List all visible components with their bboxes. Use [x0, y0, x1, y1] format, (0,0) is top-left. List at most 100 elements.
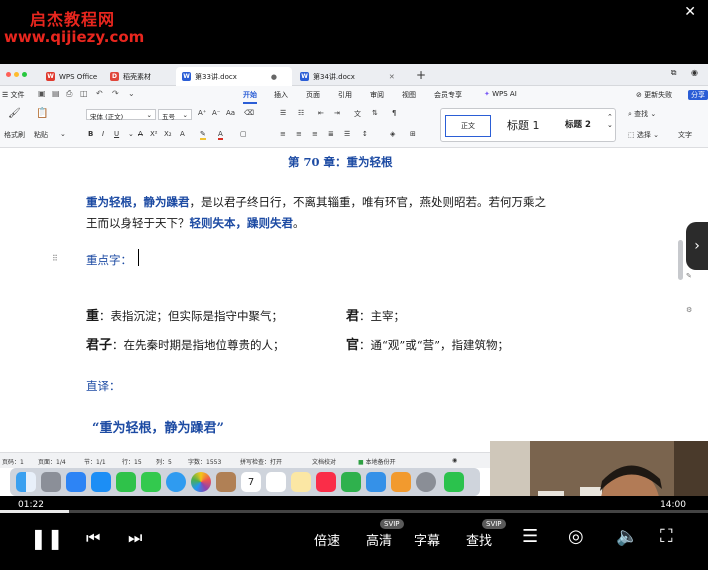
tab-close-icon[interactable]: ✕: [389, 73, 395, 81]
status-pages[interactable]: 页面：1/4: [38, 457, 66, 466]
status-section[interactable]: 节：1/1: [84, 457, 106, 466]
tab-doc-33[interactable]: W 第33讲.docx ●: [176, 67, 292, 86]
chevron-down-icon[interactable]: ⌄: [128, 130, 134, 138]
status-row[interactable]: 行：15: [122, 457, 142, 466]
finder-icon[interactable]: [16, 472, 36, 492]
align-right-icon[interactable]: ≡: [312, 130, 318, 138]
chevron-right-icon[interactable]: ›: [686, 222, 708, 270]
style-normal[interactable]: 正文: [445, 115, 491, 137]
reminders-icon[interactable]: [266, 472, 286, 492]
status-page[interactable]: 页码：1: [2, 457, 24, 466]
font-shrink-icon[interactable]: A⁻: [212, 109, 220, 117]
font-grow-icon[interactable]: A⁺: [198, 109, 206, 117]
select-button[interactable]: ⬚ 选择 ⌄: [628, 130, 659, 140]
align-left-icon[interactable]: ≡: [280, 130, 286, 138]
save-icon[interactable]: ▣: [38, 89, 46, 98]
contacts-icon[interactable]: [216, 472, 236, 492]
status-backup[interactable]: ■ 本地备份开: [358, 457, 396, 466]
previous-icon[interactable]: ⏮: [86, 528, 100, 548]
character-border-icon[interactable]: ▢: [240, 130, 247, 138]
close-icon[interactable]: ✕: [684, 4, 696, 20]
volume-icon[interactable]: 🔈: [616, 526, 638, 547]
eye-icon[interactable]: ◉: [452, 457, 457, 464]
subscript-icon[interactable]: X₂: [164, 130, 172, 138]
notes-icon[interactable]: [291, 472, 311, 492]
bold-icon[interactable]: B: [88, 130, 93, 138]
window-controls[interactable]: ⧉ ◉: [671, 68, 704, 78]
paste-label[interactable]: 粘贴: [34, 130, 48, 140]
next-icon[interactable]: ⏭: [128, 528, 142, 548]
menu-review[interactable]: 审阅: [370, 90, 384, 100]
drag-handle-icon[interactable]: ⠿: [52, 254, 58, 263]
document-page[interactable]: 第 70 章：重为轻根 重为轻根，静为躁君，是以君子终日行，不离其辎重，唯有环官…: [0, 148, 708, 459]
fullscreen-icon[interactable]: ⛶: [660, 526, 673, 547]
menu-reference[interactable]: 引用: [338, 90, 352, 100]
tab-close-icon[interactable]: ●: [271, 73, 277, 81]
font-color-icon[interactable]: A: [218, 130, 223, 140]
distribute-icon[interactable]: ☰: [344, 130, 350, 138]
italic-icon[interactable]: I: [102, 130, 104, 138]
launchpad-icon[interactable]: [41, 472, 61, 492]
status-proofread[interactable]: 文档校对: [312, 457, 336, 466]
window-zoom-icon[interactable]: [22, 72, 27, 77]
photos-icon[interactable]: [191, 472, 211, 492]
quality-button[interactable]: 高清: [366, 530, 392, 549]
file-menu[interactable]: ☰ 文件: [2, 90, 25, 100]
facetime-icon[interactable]: [116, 472, 136, 492]
playlist-icon[interactable]: ☰: [522, 526, 538, 547]
change-case-icon[interactable]: Aa: [226, 109, 235, 117]
mail-icon[interactable]: [66, 472, 86, 492]
font-size-select[interactable]: 五号 ⌄: [158, 109, 192, 121]
chevron-down-icon[interactable]: ⌄: [128, 89, 135, 98]
print-preview-icon[interactable]: ◫: [80, 89, 88, 98]
update-status[interactable]: ⊘ 更新失败: [636, 90, 672, 100]
align-center-icon[interactable]: ≡: [296, 130, 302, 138]
settings-icon[interactable]: [416, 472, 436, 492]
superscript-icon[interactable]: X²: [150, 130, 158, 138]
progress-track[interactable]: [0, 510, 708, 513]
format-painter-label[interactable]: 格式刷: [4, 130, 25, 140]
wechat-icon[interactable]: [444, 472, 464, 492]
music-icon[interactable]: [316, 472, 336, 492]
menu-member[interactable]: 会员专享: [434, 90, 462, 100]
line-spacing-icon[interactable]: ↕: [362, 130, 368, 138]
menu-insert[interactable]: 插入: [274, 90, 288, 100]
pause-icon[interactable]: ❚❚: [30, 526, 64, 550]
side-tool-icon[interactable]: ✎: [686, 272, 692, 280]
export-pdf-icon[interactable]: ▤: [52, 89, 60, 98]
app-store-icon[interactable]: [91, 472, 111, 492]
menu-view[interactable]: 视图: [402, 90, 416, 100]
status-col[interactable]: 列：5: [156, 457, 172, 466]
keynote-icon[interactable]: [366, 472, 386, 492]
search-button[interactable]: 查找: [466, 530, 492, 549]
underline-icon[interactable]: U: [114, 130, 119, 138]
highlight-icon[interactable]: ✎: [200, 130, 206, 140]
redo-icon[interactable]: ↷: [112, 89, 119, 98]
find-button[interactable]: ⌕ 查找 ⌄: [628, 109, 656, 119]
pages-icon[interactable]: [391, 472, 411, 492]
strikethrough-icon[interactable]: A: [138, 130, 143, 138]
numbers-icon[interactable]: [341, 472, 361, 492]
subtitle-button[interactable]: 字幕: [414, 530, 440, 549]
undo-icon[interactable]: ↶: [96, 89, 103, 98]
share-button[interactable]: 分享: [688, 90, 708, 100]
status-wordcount[interactable]: 字数：1553: [188, 457, 221, 466]
speed-button[interactable]: 倍速: [314, 530, 340, 549]
style-heading-2[interactable]: 标题 2: [565, 118, 591, 130]
messages-icon[interactable]: [141, 472, 161, 492]
safari-icon[interactable]: [166, 472, 186, 492]
menu-page[interactable]: 页面: [306, 90, 320, 100]
menu-start[interactable]: 开始: [243, 90, 257, 104]
format-painter-icon[interactable]: 🖌: [8, 108, 21, 119]
numbered-list-icon[interactable]: ☷: [298, 109, 304, 117]
tab-docer[interactable]: D 稻壳素材: [104, 67, 157, 86]
sort-icon[interactable]: ⇅: [372, 109, 378, 117]
new-tab-icon[interactable]: +: [416, 68, 426, 82]
settings-icon[interactable]: ◎: [568, 526, 584, 547]
clear-format-icon[interactable]: ⌫: [244, 109, 254, 117]
shading-icon[interactable]: ◈: [390, 130, 395, 138]
window-minimize-icon[interactable]: [14, 72, 19, 77]
calendar-icon[interactable]: 7: [241, 472, 261, 492]
menu-wps-ai[interactable]: ✦ WPS AI: [484, 90, 517, 98]
font-name-select[interactable]: 宋体 (正文) ⌄: [86, 109, 156, 121]
